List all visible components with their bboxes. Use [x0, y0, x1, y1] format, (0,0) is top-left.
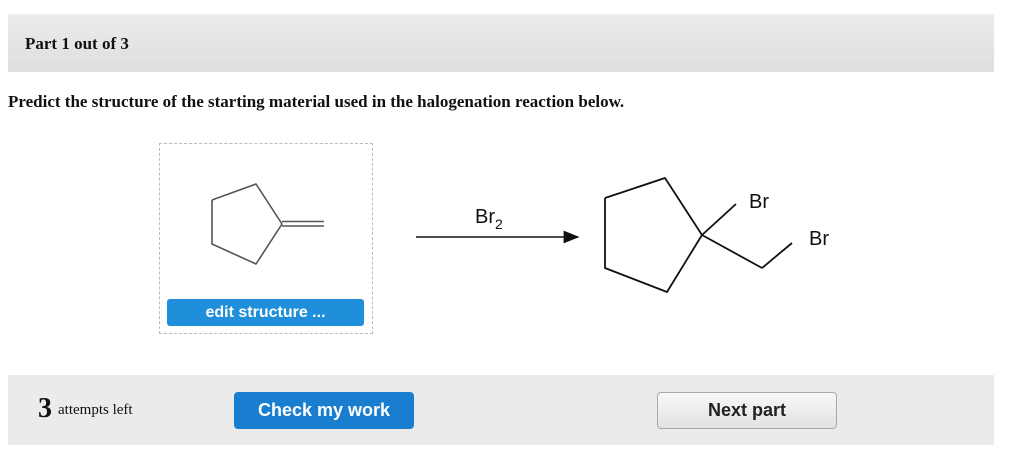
next-part-button[interactable]: Next part — [657, 392, 837, 429]
part-title: Part 1 out of 3 — [25, 34, 129, 53]
reaction-scheme: Br2 Br Br — [416, 177, 829, 293]
product-ring — [604, 177, 703, 293]
product-br-label-1: Br — [749, 191, 769, 213]
attempts-indicator: 3 attempts left — [38, 393, 133, 425]
reagent-label: Br2 — [475, 206, 503, 232]
part-header: Part 1 out of 3 — [8, 14, 994, 72]
product-br-bond-2 — [761, 242, 793, 269]
product-br-bond-1 — [701, 203, 737, 236]
starting-material-box[interactable]: edit structure ... — [159, 143, 373, 334]
edit-structure-button[interactable]: edit structure ... — [167, 299, 364, 326]
footer-bar: 3 attempts left Check my work Next part — [8, 375, 994, 445]
product-ch2-bond — [701, 234, 763, 269]
question-text: Predict the structure of the starting ma… — [8, 92, 625, 111]
product-br-label-2: Br — [809, 228, 829, 250]
check-my-work-button[interactable]: Check my work — [234, 392, 414, 429]
attempts-text: attempts left — [58, 402, 133, 418]
attempts-count: 3 — [38, 393, 52, 424]
cyclopentane-ring — [211, 183, 283, 265]
